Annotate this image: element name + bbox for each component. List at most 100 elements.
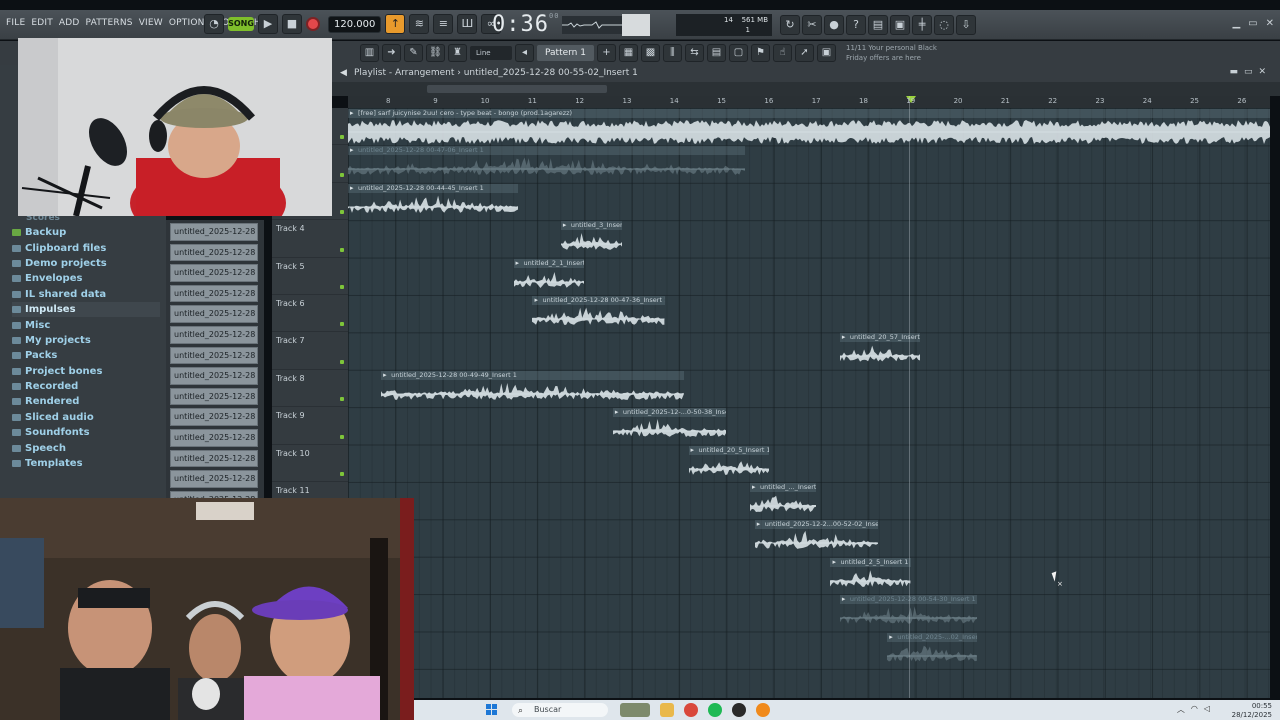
- taskbar-app-obs-icon[interactable]: [732, 703, 746, 717]
- tray-chevron-icon[interactable]: ︿: [1177, 704, 1185, 715]
- channel-button[interactable]: untitled_2025-12-28 00-: [170, 367, 258, 385]
- audio-clip[interactable]: [free] sarf juicynise 2uu! cero - type b…: [348, 109, 1270, 146]
- audio-clip[interactable]: untitled_2_1_Insert 1: [513, 258, 585, 296]
- audio-clip[interactable]: untitled_2025-12-2...00-52-02_Insert 1: [754, 520, 878, 557]
- browser-folder-templates[interactable]: Templates: [12, 456, 160, 471]
- playlist-window-controls[interactable]: ▬▭✕: [1229, 67, 1272, 77]
- track-header[interactable]: Track 10: [272, 445, 348, 482]
- track-mute-led[interactable]: [340, 434, 344, 439]
- tray-wifi-icon[interactable]: ◠: [1191, 704, 1198, 715]
- menu-item-view[interactable]: VIEW: [139, 18, 163, 28]
- browser-folder-envelopes[interactable]: Envelopes: [12, 271, 160, 286]
- channel-button[interactable]: untitled_2025-12-28 00-: [170, 325, 258, 344]
- track-header[interactable]: Track 6: [272, 295, 348, 333]
- play-button[interactable]: ▶: [258, 14, 278, 34]
- menu-item-file[interactable]: FILE: [6, 18, 25, 28]
- routing-icon[interactable]: ⇆: [684, 44, 704, 62]
- pencil-icon[interactable]: ✎: [404, 44, 423, 62]
- metronome-icon[interactable]: ◔: [204, 14, 224, 34]
- pattern-prev-icon[interactable]: ◂: [515, 44, 534, 62]
- browser-folder-my-projects[interactable]: My projects: [12, 333, 160, 348]
- stamp-icon[interactable]: ♜: [448, 44, 467, 62]
- taskbar-search[interactable]: ⌕ Buscar: [512, 703, 608, 717]
- snap-select[interactable]: Line: [470, 46, 512, 60]
- channel-button[interactable]: untitled_2025-12-28 00-: [170, 428, 258, 447]
- maximize-icon[interactable]: ▭: [1248, 18, 1257, 29]
- cut-icon[interactable]: ✂: [802, 15, 822, 35]
- audio-clip[interactable]: untitled_2025-...02_Insert 1: [887, 632, 978, 670]
- channel-button[interactable]: untitled_2025-12-28 00-: [170, 470, 258, 488]
- track-header[interactable]: Track 7: [272, 332, 348, 370]
- browser-icon[interactable]: ▤: [706, 44, 726, 62]
- channel-button[interactable]: untitled_2025-12-28 00-: [170, 223, 258, 241]
- track-mute-led[interactable]: [340, 322, 344, 327]
- browser-folder-soundfonts[interactable]: Soundfonts: [12, 425, 160, 440]
- audio-clip[interactable]: untitled_2025-12-28 00-47-06_Insert 1: [348, 146, 746, 183]
- browser-folder-sliced-audio[interactable]: Sliced audio: [12, 410, 160, 425]
- arrow-icon[interactable]: ➜: [382, 44, 401, 62]
- track-mute-led[interactable]: [340, 359, 344, 364]
- audio-clip[interactable]: untitled_20_5_Insert 1: [688, 445, 769, 483]
- track-header[interactable]: Track 4: [272, 220, 348, 258]
- taskbar-app-spotify-icon[interactable]: [708, 703, 722, 717]
- track-header[interactable]: Track 5: [272, 258, 348, 295]
- track-mute-led[interactable]: [340, 135, 344, 140]
- audio-clip[interactable]: untitled_2025-12-28 00-47-36_Insert 1: [532, 296, 665, 333]
- plugin-db-icon[interactable]: ⚑: [750, 44, 770, 62]
- link-icon[interactable]: ⛓: [426, 44, 445, 62]
- countdown-icon[interactable]: Ш: [457, 14, 478, 34]
- track-header[interactable]: Track 8: [272, 370, 348, 408]
- browser-folder-project-bones[interactable]: Project bones: [12, 364, 160, 379]
- audio-clip[interactable]: untitled_2025-12-...0-50-38_Insert 1: [612, 408, 727, 445]
- loop-record-icon[interactable]: ≋: [409, 14, 430, 34]
- track-header[interactable]: Track 9: [272, 407, 348, 445]
- mic-icon[interactable]: ●: [824, 15, 844, 35]
- undo-icon[interactable]: ↻: [780, 15, 800, 35]
- browser-folder-misc[interactable]: Misc: [12, 317, 160, 332]
- audio-clip[interactable]: untitled_2_5_Insert 1: [830, 557, 911, 595]
- channel-button[interactable]: untitled_2025-12-28 00-: [170, 449, 258, 468]
- mixer-window-icon[interactable]: ⫼: [662, 44, 682, 62]
- browser-folder-demo-projects[interactable]: Demo projects: [12, 256, 160, 271]
- channel-button[interactable]: untitled_2025-12-28 00-: [170, 264, 258, 282]
- taskbar-app-widgets-icon[interactable]: [620, 703, 650, 717]
- system-tray-icons[interactable]: ︿ ◠ ◁: [1177, 704, 1210, 715]
- browser-folder-backup[interactable]: Backup: [12, 225, 160, 240]
- taskbar-app-chrome-icon[interactable]: [684, 703, 698, 717]
- stop-button[interactable]: ■: [282, 14, 302, 34]
- taskbar-app-flstudio-icon[interactable]: [756, 703, 770, 717]
- minimize-icon[interactable]: ▁: [1232, 18, 1240, 29]
- close-icon[interactable]: ✕: [1266, 18, 1274, 29]
- track-mute-led[interactable]: [340, 210, 344, 215]
- track-mute-led[interactable]: [340, 397, 344, 402]
- browser-folder-rendered[interactable]: Rendered: [12, 394, 160, 409]
- channel-button[interactable]: untitled_2025-12-28 00-: [170, 284, 258, 303]
- channel-button[interactable]: untitled_2025-12-28 00-: [170, 387, 258, 406]
- news-panel[interactable]: 11/11 Your personal Black Friday offers …: [846, 43, 937, 63]
- browser-folder-speech[interactable]: Speech: [12, 440, 160, 455]
- playlist-grid[interactable]: [free] sarf juicynise 2uu! cero - type b…: [348, 108, 1270, 698]
- audio-clip[interactable]: untitled_..._Insert 1: [750, 483, 817, 520]
- send-icon[interactable]: ➚: [794, 44, 814, 62]
- tempo-display[interactable]: 120.000: [328, 15, 382, 33]
- step-edit-icon[interactable]: ↑: [385, 14, 406, 34]
- export-icon[interactable]: ⇩: [956, 15, 976, 35]
- plugin-icon[interactable]: ╪: [912, 15, 932, 35]
- menu-item-patterns[interactable]: PATTERNS: [86, 18, 133, 28]
- playlist-scrollbar[interactable]: [332, 82, 1280, 96]
- menu-item-edit[interactable]: EDIT: [31, 18, 53, 28]
- browser-folder-il-shared-data[interactable]: IL shared data: [12, 287, 160, 302]
- tempo-tap-icon[interactable]: ▣: [816, 44, 836, 62]
- tray-volume-icon[interactable]: ◁: [1204, 704, 1210, 715]
- track-mute-led[interactable]: [340, 471, 344, 476]
- channel-rack-icon[interactable]: ▩: [640, 44, 660, 62]
- chat-icon[interactable]: ◌: [934, 15, 954, 35]
- track-mute-led[interactable]: [340, 247, 344, 252]
- pattern-song-toggle[interactable]: SONG: [228, 17, 254, 31]
- record-button[interactable]: [306, 17, 320, 31]
- pattern-add-icon[interactable]: +: [596, 44, 616, 62]
- channel-button[interactable]: untitled_2025-12-28 00-: [170, 243, 258, 262]
- menu-item-add[interactable]: ADD: [59, 18, 80, 28]
- browser-folder-packs[interactable]: Packs: [12, 348, 160, 363]
- pattern-selector[interactable]: Pattern 1: [537, 45, 594, 61]
